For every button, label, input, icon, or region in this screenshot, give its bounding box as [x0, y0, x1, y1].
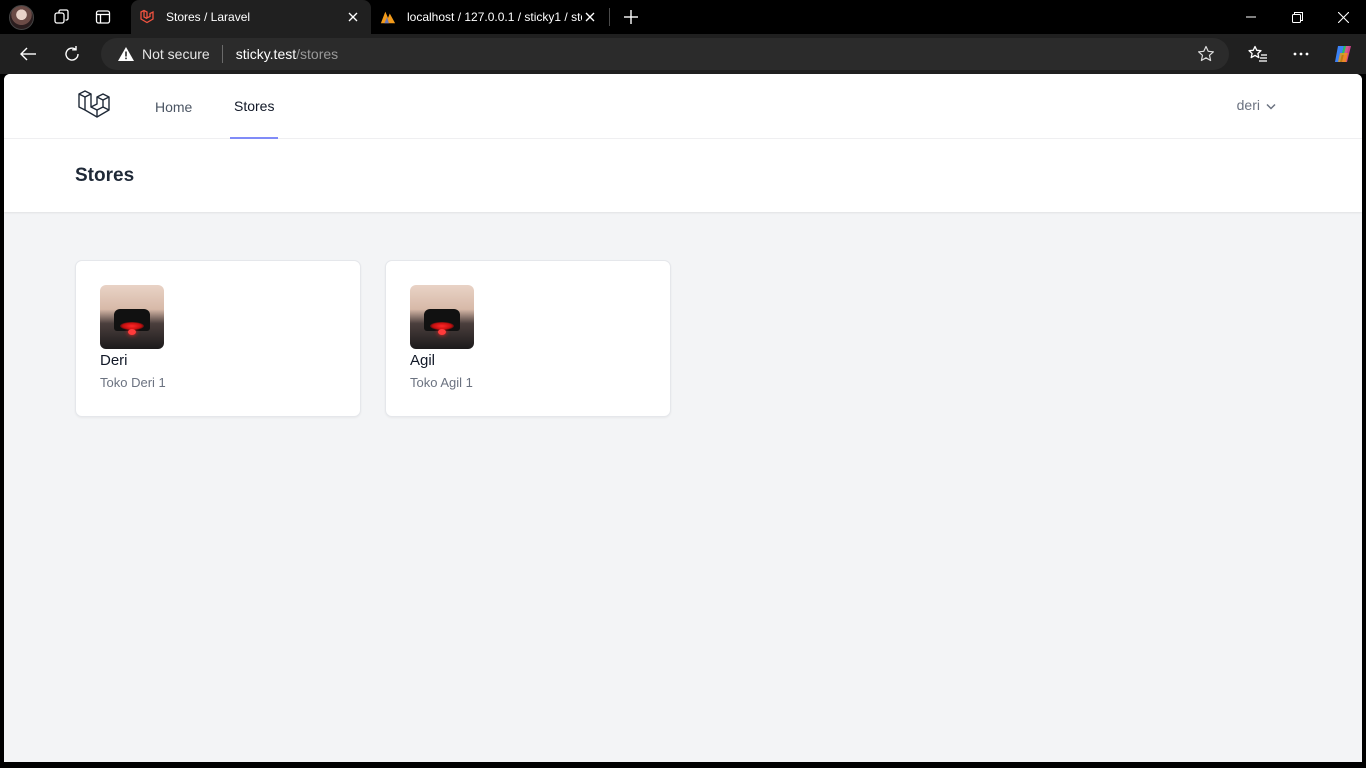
profile-avatar[interactable]: [9, 5, 34, 30]
nav-link-stores[interactable]: Stores: [230, 74, 279, 139]
more-options-icon[interactable]: [1286, 40, 1316, 68]
tab-actions-icon[interactable]: [90, 5, 116, 29]
tab-phpmyadmin[interactable]: localhost / 127.0.0.1 / sticky1 / sto: [372, 0, 608, 34]
security-label[interactable]: Not secure: [142, 46, 210, 62]
tab-title: Stores / Laravel: [166, 10, 251, 24]
address-bar[interactable]: Not secure sticky.test /stores: [101, 38, 1229, 70]
tab-stores-laravel[interactable]: Stores / Laravel: [131, 0, 371, 34]
store-description: Toko Deri 1: [100, 375, 166, 390]
favorites-icon[interactable]: [1243, 40, 1273, 68]
page-header: Stores: [4, 139, 1362, 212]
back-icon[interactable]: [13, 40, 43, 68]
chevron-down-icon: [1266, 97, 1276, 113]
store-card[interactable]: Agil Toko Agil 1: [385, 260, 671, 417]
restore-icon[interactable]: [1274, 0, 1320, 34]
refresh-icon[interactable]: [57, 40, 87, 68]
nav-link-home[interactable]: Home: [151, 74, 196, 139]
store-description: Toko Agil 1: [410, 375, 473, 390]
store-image: [100, 285, 164, 349]
store-image: [410, 285, 474, 349]
favorite-star-icon[interactable]: [1197, 45, 1215, 63]
browser-tab-bar: Stores / Laravel localhost / 127.0.0.1 /…: [0, 0, 1366, 34]
store-name: Agil: [410, 352, 436, 369]
warning-icon[interactable]: [117, 45, 135, 63]
tab-title: localhost / 127.0.0.1 / sticky1 / sto: [407, 10, 582, 24]
minimize-icon[interactable]: [1228, 0, 1274, 34]
phpmyadmin-favicon-icon: [380, 9, 396, 25]
user-dropdown[interactable]: deri: [1237, 97, 1276, 113]
store-card[interactable]: Deri Toko Deri 1: [75, 260, 361, 417]
laravel-logo-icon[interactable]: [77, 89, 111, 123]
store-name: Deri: [100, 352, 128, 369]
browser-toolbar: Not secure sticky.test /stores: [0, 34, 1366, 74]
url-host: sticky.test: [235, 46, 297, 62]
address-divider: [221, 45, 223, 63]
tab-separator: [609, 8, 610, 26]
workspaces-icon[interactable]: [49, 5, 75, 29]
web-page: Home Stores deri Stores Deri Toko Deri 1…: [4, 74, 1362, 762]
close-window-icon[interactable]: [1320, 0, 1366, 34]
user-name: deri: [1236, 97, 1260, 113]
close-tab-icon[interactable]: [345, 9, 361, 25]
copilot-icon[interactable]: [1328, 40, 1358, 68]
laravel-favicon-icon: [139, 9, 155, 25]
url-path: /stores: [296, 46, 339, 62]
page-title: Stores: [75, 165, 135, 186]
close-tab-icon[interactable]: [582, 9, 598, 25]
new-tab-icon[interactable]: [619, 5, 643, 29]
top-navigation: Home Stores deri: [4, 74, 1362, 139]
